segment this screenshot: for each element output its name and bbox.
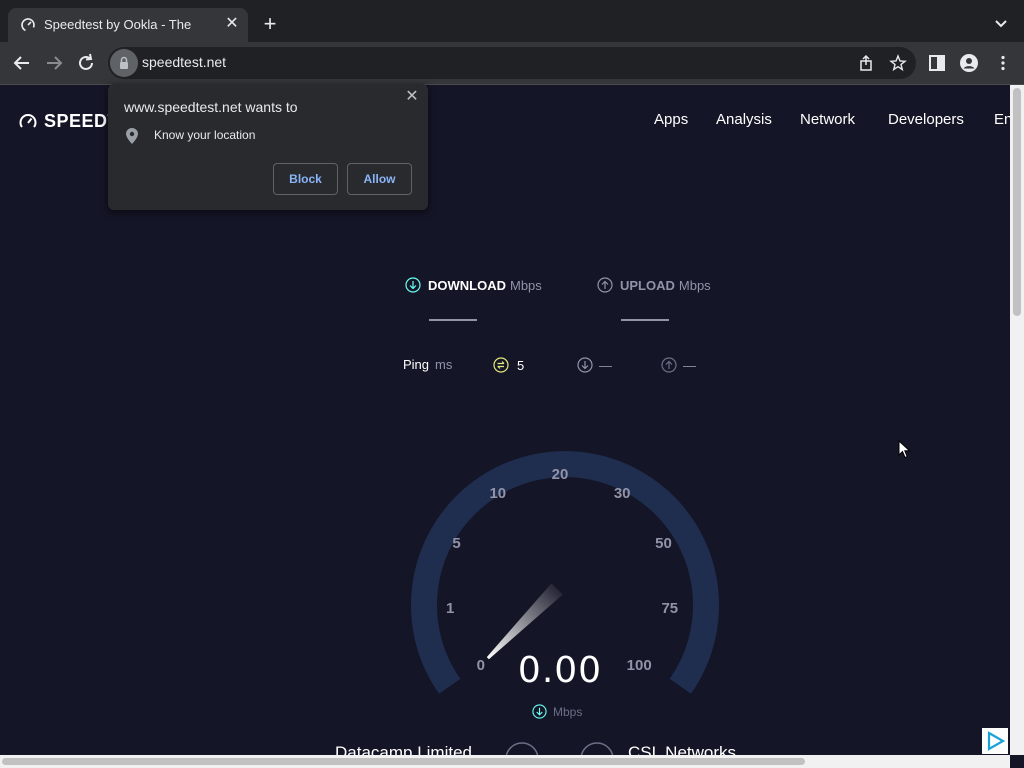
more-menu-icon[interactable] — [994, 54, 1012, 72]
download-unit: Mbps — [510, 277, 542, 293]
nav-enterprise[interactable]: En — [994, 111, 1010, 128]
isp-icon — [505, 742, 539, 755]
nav-network[interactable]: Network — [800, 111, 855, 128]
speed-unit-row: Mbps — [532, 704, 582, 719]
upload-arrow-icon — [597, 277, 613, 293]
reload-icon[interactable] — [75, 52, 97, 74]
speed-readout: 0.00 — [517, 650, 603, 691]
tab-close-icon[interactable]: ✕ — [222, 14, 242, 34]
gauge-needle — [486, 583, 563, 660]
speed-download-icon — [532, 704, 547, 719]
isp-name: Datacamp Limited — [335, 743, 473, 755]
download-latency-icon — [577, 357, 593, 373]
gauge-label: 75 — [661, 600, 678, 617]
share-icon[interactable] — [857, 54, 875, 72]
new-tab-icon[interactable]: + — [258, 13, 282, 37]
ping-value: 5 — [517, 357, 525, 373]
speed-unit: Mbps — [553, 704, 583, 719]
server-icon — [580, 742, 614, 755]
gauge-label: 1 — [446, 600, 454, 617]
mouse-cursor-icon — [898, 440, 911, 459]
side-panel-icon[interactable] — [928, 54, 946, 72]
download-value-placeholder — [429, 319, 477, 321]
bookmark-star-icon[interactable] — [889, 54, 907, 72]
download-arrow-icon — [405, 277, 421, 293]
vertical-scroll-thumb[interactable] — [1013, 88, 1021, 316]
browser-tab[interactable]: Speedtest by Ookla - The Glob ✕ — [8, 8, 248, 42]
download-latency: — — [577, 357, 612, 373]
ad-choices-badge[interactable] — [982, 728, 1008, 754]
block-button[interactable]: Block — [273, 163, 338, 195]
upload-header: UPLOAD Mbps — [597, 277, 711, 293]
idle-ping: 5 — [493, 357, 524, 373]
ping-unit: ms — [435, 357, 453, 372]
upload-latency: — — [661, 357, 696, 373]
gauge-label: 10 — [489, 485, 506, 502]
upload-latency-value: — — [683, 357, 696, 373]
download-label: DOWNLOAD — [428, 277, 506, 293]
upload-unit: Mbps — [678, 277, 711, 293]
upload-latency-icon — [661, 357, 677, 373]
site-info-lock-icon[interactable] — [110, 49, 138, 77]
location-pin-icon — [126, 128, 138, 144]
ad-choices-icon — [987, 731, 1006, 751]
gauge-label: 20 — [552, 466, 569, 483]
vertical-scrollbar[interactable] — [1010, 85, 1024, 755]
forward-arrow-icon[interactable] — [43, 52, 65, 74]
popup-close-icon[interactable]: ✕ — [402, 86, 422, 106]
allow-button[interactable]: Allow — [347, 163, 412, 195]
download-header: DOWNLOAD Mbps — [405, 277, 542, 293]
tab-search-chevron-icon[interactable] — [992, 16, 1010, 32]
gauge-label: 5 — [452, 535, 460, 552]
nav-developers[interactable]: Developers — [888, 111, 964, 128]
ping-label-group: Ping ms — [403, 357, 452, 372]
popup-title: www.speedtest.net wants to — [124, 99, 298, 115]
tab-bar: Speedtest by Ookla - The Glob ✕ + — [0, 0, 1024, 42]
server-name: CSL Networks — [628, 743, 737, 755]
address-bar[interactable]: speedtest.net — [108, 47, 916, 79]
back-arrow-icon[interactable] — [11, 52, 33, 74]
idle-latency-icon — [493, 357, 509, 373]
gauge-label: 30 — [614, 485, 631, 502]
horizontal-scrollbar[interactable] — [0, 755, 1010, 768]
speedtest-favicon-icon — [21, 18, 35, 32]
nav-analysis[interactable]: Analysis — [716, 111, 772, 128]
horizontal-scroll-thumb[interactable] — [2, 758, 805, 765]
profile-avatar-icon[interactable] — [960, 54, 978, 72]
speedtest-logo[interactable]: SPEEDT — [18, 111, 119, 132]
speedtest-logo-icon — [19, 113, 37, 128]
permission-request-text: Know your location — [154, 128, 256, 142]
browser-toolbar: speedtest.net — [0, 42, 1024, 85]
location-permission-popup: www.speedtest.net wants to ✕ Know your l… — [108, 84, 428, 210]
gauge-label: 50 — [655, 535, 672, 552]
url-text[interactable]: speedtest.net — [142, 54, 226, 70]
tab-title: Speedtest by Ookla - The Glob — [44, 17, 194, 32]
download-latency-value: — — [599, 357, 612, 373]
nav-apps[interactable]: Apps — [654, 111, 688, 128]
upload-label: UPLOAD — [620, 277, 675, 293]
ping-label: Ping — [403, 357, 430, 372]
upload-value-placeholder — [621, 319, 669, 321]
